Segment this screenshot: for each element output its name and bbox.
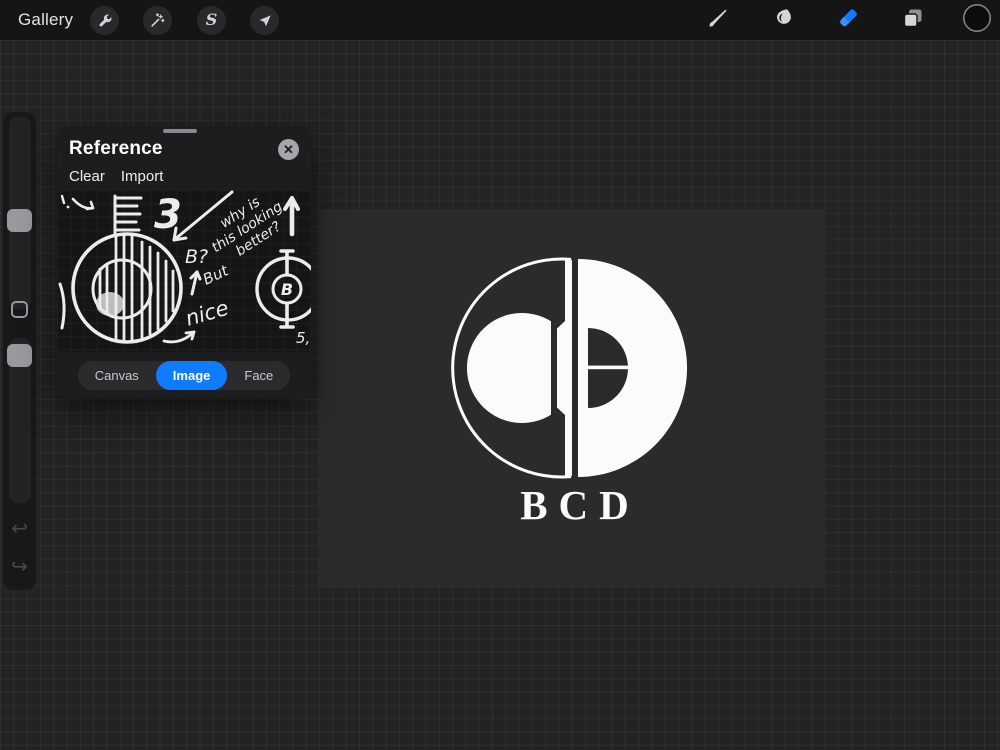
eraser-icon — [834, 4, 862, 37]
tab-canvas[interactable]: Canvas — [78, 361, 156, 390]
actions-button[interactable] — [90, 6, 119, 35]
gallery-button[interactable]: Gallery — [18, 10, 73, 30]
paint-tool-button[interactable] — [702, 4, 734, 36]
brush-sidebar: ↩ ↪ — [3, 112, 36, 590]
undo-button[interactable]: ↩ — [3, 517, 36, 543]
tab-face[interactable]: Face — [227, 361, 290, 390]
artwork-canvas[interactable]: BCD — [318, 209, 825, 588]
modify-square-button[interactable] — [11, 301, 28, 318]
sketch-b-center: B — [281, 280, 293, 299]
sketch-five: 5, — [296, 329, 310, 347]
panel-drag-handle[interactable] — [163, 129, 197, 133]
redo-button[interactable]: ↪ — [3, 555, 36, 581]
undo-icon: ↩ — [11, 518, 28, 540]
sketch-number-three: 3 — [154, 192, 182, 238]
sketch-nice: nice — [183, 296, 232, 331]
adjustments-button[interactable] — [143, 6, 172, 35]
reference-sketch: 3 why is this looking better? B? But nic… — [57, 190, 311, 352]
layers-icon — [900, 5, 926, 36]
clear-button[interactable]: Clear — [69, 168, 105, 185]
close-button[interactable]: ✕ — [278, 139, 299, 160]
selection-s-icon: S — [206, 10, 218, 29]
panel-title: Reference — [69, 138, 163, 160]
reference-mode-tabs: Canvas Image Face — [78, 361, 291, 390]
top-toolbar: Gallery S — [0, 0, 1000, 40]
selection-button[interactable]: S — [197, 6, 226, 35]
transform-button[interactable] — [250, 6, 279, 35]
bcd-logo-artwork: BCD — [318, 209, 825, 588]
transform-arrow-icon — [257, 13, 273, 29]
reference-image[interactable]: 3 why is this looking better? B? But nic… — [57, 190, 311, 352]
procreate-app: Gallery S — [0, 0, 1000, 750]
reference-mode-footer: Canvas Image Face — [57, 352, 311, 398]
wrench-icon — [96, 12, 113, 29]
erase-tool-button[interactable] — [832, 4, 864, 36]
opacity-handle[interactable] — [7, 344, 32, 367]
active-color-swatch — [962, 3, 992, 38]
reference-panel: Reference ✕ Clear Import — [57, 126, 311, 398]
magic-wand-icon — [149, 12, 166, 29]
sketch-b-question: B? — [185, 246, 208, 268]
layers-button[interactable] — [897, 4, 929, 36]
smudge-tool-button[interactable] — [767, 4, 799, 36]
panel-actions: Clear Import — [69, 168, 163, 185]
smudge-finger-icon — [770, 5, 796, 36]
import-button[interactable]: Import — [121, 168, 164, 185]
tab-image[interactable]: Image — [156, 361, 228, 390]
paintbrush-icon — [705, 5, 731, 36]
color-button[interactable] — [961, 4, 993, 36]
redo-icon: ↪ — [11, 556, 28, 578]
brush-size-handle[interactable] — [7, 209, 32, 232]
logo-text-bcd: BCD — [520, 482, 640, 528]
close-icon: ✕ — [283, 142, 294, 158]
